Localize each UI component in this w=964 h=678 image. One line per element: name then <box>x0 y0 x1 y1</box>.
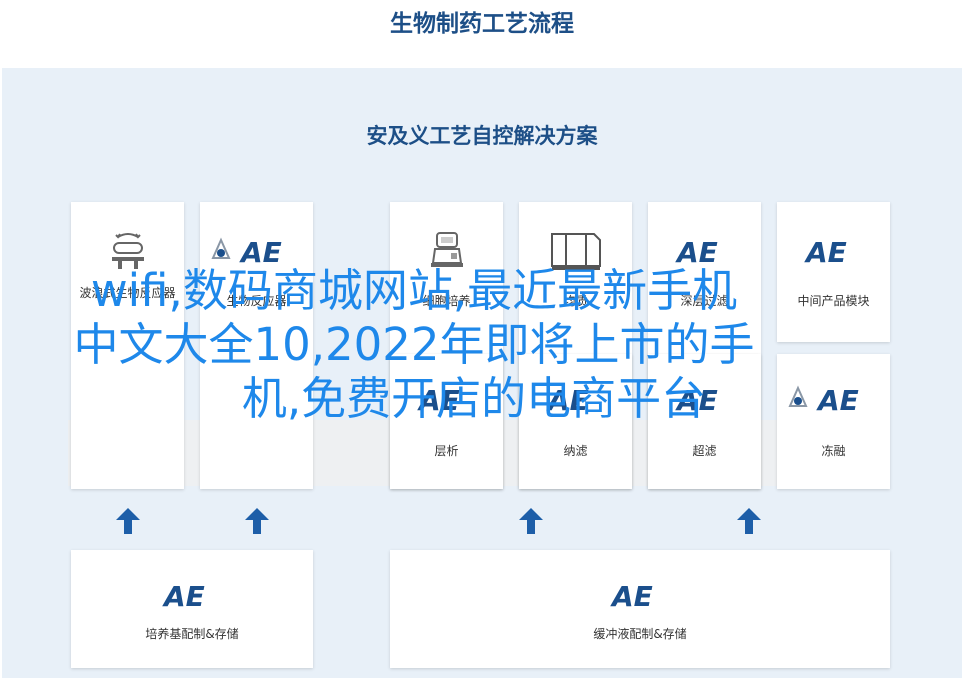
svg-text:AE: AE <box>610 580 653 612</box>
svg-text:AE: AE <box>804 236 847 268</box>
svg-text:AE: AE <box>162 580 205 612</box>
ae-logo-icon: AE <box>777 226 890 276</box>
ae-logo-icon: AE <box>71 570 313 620</box>
ae-logo-icon: AE <box>200 226 313 276</box>
card-nanofiltration: AE 纳滤 <box>519 354 632 489</box>
ae-logo-icon: AE <box>519 374 632 424</box>
card-label: 波浪式生物反应器 <box>79 286 176 300</box>
card-buffer-prep: AE 缓冲液配制&存储 <box>390 550 890 668</box>
svg-text:AE: AE <box>546 384 589 416</box>
panel-title: 安及义工艺自控解决方案 <box>366 124 598 148</box>
card-label: 细胞培养 <box>422 294 471 308</box>
page-title: 生物制药工艺流程 <box>390 11 574 37</box>
card-label: 纳滤 <box>563 444 588 458</box>
svg-text:AE: AE <box>675 384 718 416</box>
ae-logo-icon: AE <box>390 570 890 620</box>
svg-text:AE: AE <box>417 384 460 416</box>
ae-logo-icon: AE <box>390 374 503 424</box>
svg-text:AE: AE <box>816 384 859 416</box>
card-freeze-thaw: AE 冻融 <box>777 354 890 489</box>
card-label: 深层过滤 <box>680 294 729 308</box>
card-media-prep: AE 培养基配制&存储 <box>71 550 313 668</box>
ae-logo-icon: AE <box>648 374 761 424</box>
card-label: 层析 <box>434 444 459 458</box>
wave-bioreactor-icon <box>71 226 184 276</box>
card-chromatography: AE 层析 <box>390 354 503 489</box>
card-label: 超滤 <box>692 444 717 458</box>
card-bioreactor: AE 生物反应器 <box>200 202 313 489</box>
svg-text:AE: AE <box>675 236 718 268</box>
card-label: 缓冲液配制&存储 <box>593 627 687 641</box>
card-intermediate-module: AE 中间产品模块 <box>777 202 890 342</box>
card-label: 生物反应器 <box>226 294 287 308</box>
ae-logo-icon: AE <box>648 226 761 276</box>
card-label: 冻融 <box>821 444 846 458</box>
ae-logo-icon: AE <box>777 374 890 424</box>
card-ultrafiltration: AE 超滤 <box>648 354 761 489</box>
card-label: 中间产品模块 <box>797 294 870 308</box>
card-label: 均质 <box>563 294 588 308</box>
card-wave-bioreactor: 波浪式生物反应器 <box>71 202 184 489</box>
card-label: 培养基配制&存储 <box>145 627 239 641</box>
homogenizer-icon <box>519 226 632 276</box>
lab-instrument-icon <box>390 226 503 276</box>
svg-text:AE: AE <box>239 236 282 268</box>
